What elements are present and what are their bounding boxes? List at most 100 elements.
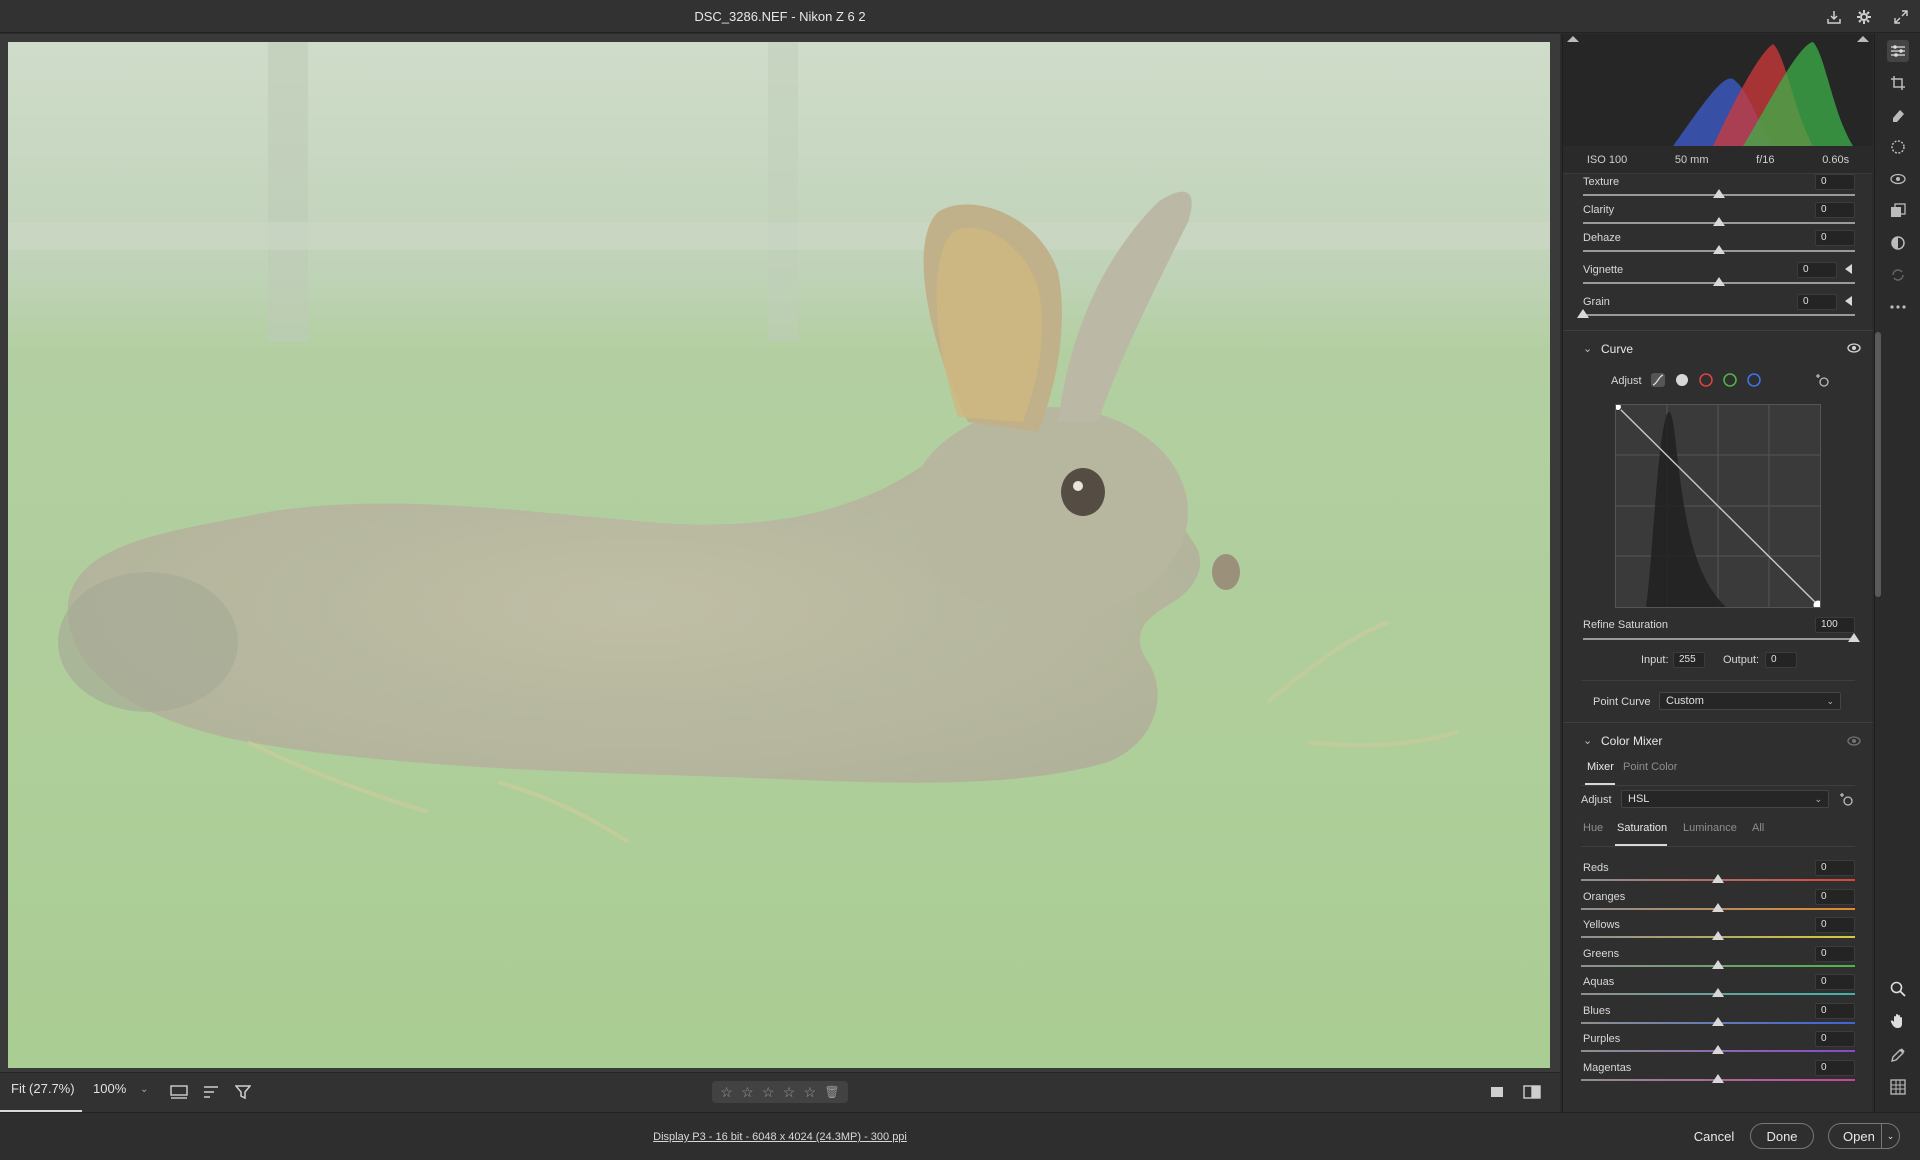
mixer-row-value[interactable]: 0: [1815, 1060, 1855, 1076]
sync-icon[interactable]: [1887, 264, 1909, 286]
hand-tool-icon[interactable]: [1887, 1010, 1909, 1032]
mixer-row-value[interactable]: 0: [1815, 974, 1855, 990]
single-view-icon[interactable]: [1486, 1081, 1508, 1103]
mixer-row-value[interactable]: 0: [1815, 1031, 1855, 1047]
slider-value-field[interactable]: 0: [1797, 294, 1837, 310]
slider-value-field[interactable]: 0: [1815, 202, 1855, 218]
targeted-adjustment-icon[interactable]: [1811, 369, 1833, 391]
parametric-curve-icon[interactable]: [1647, 369, 1669, 391]
slider-thumb[interactable]: [1713, 217, 1725, 226]
star-icon[interactable]: ☆: [762, 1084, 775, 1101]
gear-icon[interactable]: [1853, 6, 1875, 28]
fullscreen-icon[interactable]: [1890, 6, 1912, 28]
slider-thumb[interactable]: [1713, 189, 1725, 198]
mixer-row-label: Aquas: [1583, 976, 1615, 988]
eye-icon[interactable]: [1843, 337, 1865, 359]
open-button[interactable]: Open ⌄: [1828, 1123, 1900, 1149]
blue-channel-icon[interactable]: [1743, 369, 1765, 391]
slider-thumb[interactable]: [1713, 245, 1725, 254]
trash-icon[interactable]: 🗑: [824, 1085, 839, 1099]
edit-sliders-icon[interactable]: [1887, 40, 1909, 62]
star-rating[interactable]: ☆ ☆ ☆ ☆ ☆ 🗑: [712, 1081, 848, 1103]
refine-saturation-thumb[interactable]: [1848, 633, 1860, 642]
filter-icon[interactable]: [232, 1081, 254, 1103]
mixer-row-value[interactable]: 0: [1815, 889, 1855, 905]
slider-thumb[interactable]: [1577, 309, 1589, 318]
zoom-chevron-down-icon[interactable]: ⌄: [140, 1084, 148, 1095]
mixer-slider-thumb[interactable]: [1712, 960, 1724, 969]
eraser-icon[interactable]: [1887, 104, 1909, 126]
rgb-channel-icon[interactable]: [1671, 369, 1693, 391]
mixer-slider-thumb[interactable]: [1712, 1074, 1724, 1083]
refine-saturation-track[interactable]: [1583, 638, 1855, 640]
green-channel-icon[interactable]: [1719, 369, 1741, 391]
status-bar: Display P3 - 16 bit - 6048 x 4024 (24.3M…: [0, 1112, 1920, 1160]
triangle-left-icon[interactable]: [1845, 264, 1852, 274]
eyedropper-icon[interactable]: [1887, 1044, 1909, 1066]
point-curve-select[interactable]: Custom ⌄: [1659, 692, 1841, 710]
point-curve-value: Custom: [1666, 695, 1704, 707]
exif-focal: 50 mm: [1674, 153, 1709, 166]
subtab-luminance[interactable]: Luminance: [1683, 822, 1737, 834]
star-icon[interactable]: ☆: [720, 1084, 733, 1101]
star-icon[interactable]: ☆: [804, 1084, 817, 1101]
targeted-adjustment-icon[interactable]: [1835, 788, 1857, 810]
grid-icon[interactable]: [1887, 1076, 1909, 1098]
curve-title[interactable]: Curve: [1601, 342, 1633, 356]
photo-preview[interactable]: [8, 42, 1550, 1068]
divider: [1563, 722, 1873, 723]
fit-zoom-button[interactable]: Fit (27.7%): [11, 1081, 75, 1096]
filmstrip-icon[interactable]: [168, 1081, 190, 1103]
image-canvas[interactable]: [0, 34, 1560, 1072]
done-button[interactable]: Done: [1750, 1123, 1814, 1149]
mixer-slider-thumb[interactable]: [1712, 988, 1724, 997]
slider-track[interactable]: [1583, 314, 1855, 316]
slider-value-field[interactable]: 0: [1797, 262, 1837, 278]
subtab-hue[interactable]: Hue: [1583, 822, 1603, 834]
zoom-100-button[interactable]: 100%: [93, 1081, 126, 1096]
subtab-saturation[interactable]: Saturation: [1617, 822, 1667, 834]
mixer-adjust-select[interactable]: HSL ⌄: [1621, 790, 1829, 808]
red-channel-icon[interactable]: [1695, 369, 1717, 391]
mixer-slider-thumb[interactable]: [1712, 931, 1724, 940]
star-icon[interactable]: ☆: [783, 1084, 796, 1101]
tab-mixer[interactable]: Mixer: [1587, 761, 1614, 773]
slider-value-field[interactable]: 0: [1815, 174, 1855, 190]
tab-point-color[interactable]: Point Color: [1623, 761, 1677, 773]
color-mixer-collapse-chevron-icon[interactable]: ⌄: [1583, 734, 1592, 747]
refine-saturation-value[interactable]: 100: [1815, 617, 1855, 633]
curve-input-field[interactable]: 255: [1673, 652, 1705, 668]
color-mixer-title[interactable]: Color Mixer: [1601, 734, 1662, 748]
presets-icon[interactable]: [1887, 200, 1909, 222]
mixer-slider-thumb[interactable]: [1712, 1017, 1724, 1026]
compare-view-icon[interactable]: [1521, 1081, 1543, 1103]
cancel-button[interactable]: Cancel: [1680, 1123, 1748, 1149]
eye-icon[interactable]: [1843, 730, 1865, 752]
mixer-slider-thumb[interactable]: [1712, 874, 1724, 883]
open-options-chevron-icon[interactable]: ⌄: [1881, 1124, 1899, 1148]
panel-scrollbar[interactable]: [1875, 332, 1881, 597]
triangle-left-icon[interactable]: [1845, 296, 1852, 306]
mixer-row-value[interactable]: 0: [1815, 946, 1855, 962]
workflow-options-link[interactable]: Display P3 - 16 bit - 6048 x 4024 (24.3M…: [0, 1131, 1560, 1143]
sort-icon[interactable]: [200, 1081, 222, 1103]
mixer-row-value[interactable]: 0: [1815, 917, 1855, 933]
star-icon[interactable]: ☆: [741, 1084, 754, 1101]
crop-icon[interactable]: [1887, 72, 1909, 94]
red-eye-icon[interactable]: [1887, 168, 1909, 190]
slider-thumb[interactable]: [1713, 277, 1725, 286]
subtab-all[interactable]: All: [1752, 822, 1764, 834]
curve-output-field[interactable]: 0: [1765, 652, 1797, 668]
tone-curve-graph[interactable]: [1614, 403, 1823, 610]
zoom-tool-icon[interactable]: [1887, 978, 1909, 1000]
curve-collapse-chevron-icon[interactable]: ⌄: [1583, 342, 1592, 355]
mixer-slider-thumb[interactable]: [1712, 1045, 1724, 1054]
slider-value-field[interactable]: 0: [1815, 230, 1855, 246]
mixer-slider-thumb[interactable]: [1712, 903, 1724, 912]
more-options-icon[interactable]: [1887, 296, 1909, 318]
masking-icon[interactable]: [1887, 136, 1909, 158]
color-icon[interactable]: [1887, 232, 1909, 254]
mixer-row-value[interactable]: 0: [1815, 1003, 1855, 1019]
save-icon[interactable]: [1823, 6, 1845, 28]
mixer-row-value[interactable]: 0: [1815, 860, 1855, 876]
